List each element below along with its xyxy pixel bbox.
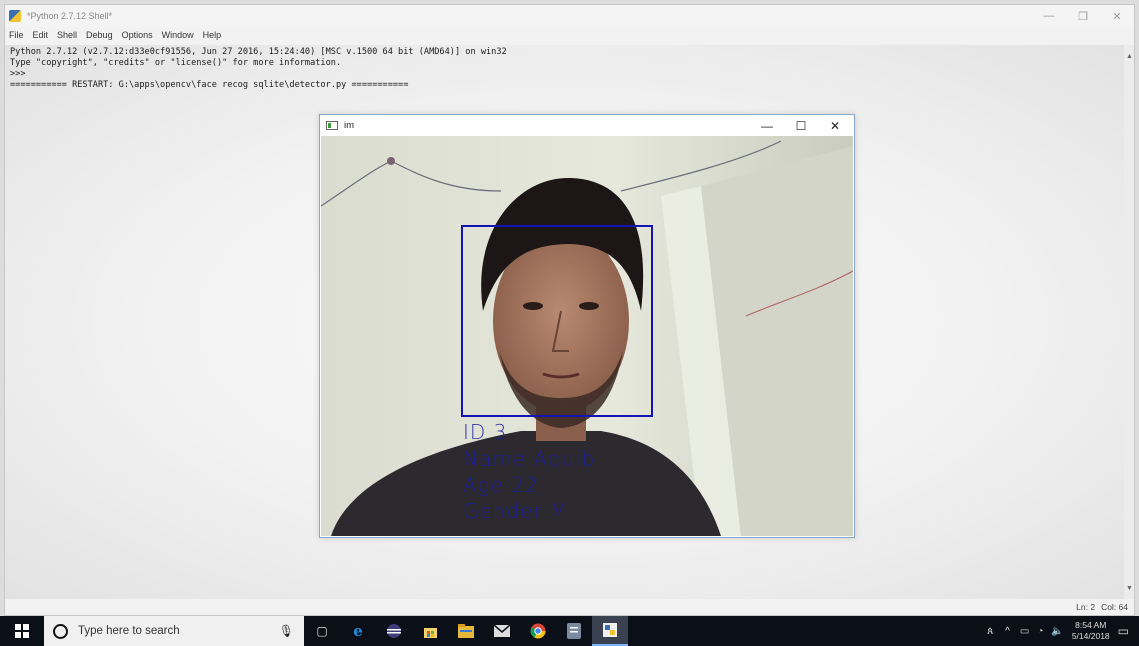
shell-statusbar: Ln: 2 Col: 64: [5, 599, 1134, 615]
overlay-id-label: ID 3: [463, 420, 508, 444]
shell-scrollbar[interactable]: ▲ ▼: [1124, 45, 1134, 599]
show-hidden-icons-chevron-icon[interactable]: ^: [1005, 626, 1010, 637]
file-explorer-icon[interactable]: [448, 616, 484, 646]
shell-prompt-line: >>>: [10, 69, 31, 79]
menu-file[interactable]: File: [9, 30, 24, 40]
wifi-icon[interactable]: ◔: [1037, 626, 1043, 637]
menu-help[interactable]: Help: [203, 30, 222, 40]
task-view-icon[interactable]: ▢: [304, 616, 340, 646]
store-icon[interactable]: [412, 616, 448, 646]
status-line: Ln: 2: [1076, 602, 1096, 612]
overlay-gender-label: Gender M: [463, 499, 569, 523]
clock-time: 8:54 AM: [1075, 620, 1107, 630]
microphone-icon[interactable]: 🎙: [279, 624, 294, 638]
webcam-frame: ID 3 Name Aquib Age 22 Gender M: [321, 136, 853, 536]
cortana-icon: [53, 623, 68, 639]
scroll-down-arrow-icon[interactable]: ▼: [1126, 585, 1133, 592]
scroll-up-arrow-icon[interactable]: ▲: [1126, 53, 1133, 60]
shell-output-line: Type "copyright", "credits" or "license(…: [10, 58, 342, 68]
overlay-name-label: Name Aquib: [463, 447, 596, 471]
clock[interactable]: 8:54 AM 5/14/2018: [1072, 620, 1110, 642]
shell-output-line: Python 2.7.12 (v2.7.12:d33e0cf91556, Jun…: [10, 47, 507, 57]
windows-logo-icon: [15, 624, 29, 638]
people-icon[interactable]: ጰ: [987, 626, 993, 637]
start-button[interactable]: [0, 616, 44, 646]
menu-debug[interactable]: Debug: [86, 30, 113, 40]
opencv-image-window: im — ☐ ✕ ID 3 Name Aquib Age 22 Gender M: [319, 114, 855, 538]
menu-edit[interactable]: Edit: [33, 30, 49, 40]
overlay-age-label: Age 22: [463, 473, 539, 497]
python-app-icon: [9, 10, 21, 22]
eclipse-icon[interactable]: [376, 616, 412, 646]
shell-title: *Python 2.7.12 Shell*: [27, 11, 113, 21]
mail-icon[interactable]: [484, 616, 520, 646]
shell-menubar: File Edit Shell Debug Options Window Hel…: [5, 27, 1134, 43]
menu-window[interactable]: Window: [162, 30, 194, 40]
volume-icon[interactable]: 🔈: [1051, 626, 1063, 637]
window-app-icon: [326, 121, 338, 130]
shell-titlebar[interactable]: *Python 2.7.12 Shell* — ❐ ✕: [5, 5, 1134, 27]
im-minimize-button[interactable]: —: [750, 115, 784, 136]
python-idle-icon[interactable]: [592, 616, 628, 646]
notes-icon[interactable]: [556, 616, 592, 646]
chrome-icon[interactable]: [520, 616, 556, 646]
im-close-button[interactable]: ✕: [818, 115, 852, 136]
menu-shell[interactable]: Shell: [57, 30, 77, 40]
im-window-title: im: [344, 120, 355, 131]
shell-restart-line: =========== RESTART: G:\apps\opencv\face…: [10, 80, 409, 90]
status-column: Col: 64: [1101, 602, 1128, 612]
taskbar-search-box[interactable]: Type here to search 🎙: [44, 616, 304, 646]
face-detection-box: [461, 225, 653, 417]
edge-icon[interactable]: e: [340, 616, 376, 646]
shell-close-button[interactable]: ✕: [1100, 5, 1134, 27]
windows-taskbar: Type here to search 🎙 ▢ e ጰ ^ ▭ ◔ 🔈 8:54…: [0, 616, 1139, 646]
system-tray: ጰ ^ ▭ ◔ 🔈 8:54 AM 5/14/2018 ▭: [987, 616, 1139, 646]
action-center-icon[interactable]: ▭: [1118, 624, 1129, 638]
menu-options[interactable]: Options: [122, 30, 153, 40]
search-placeholder: Type here to search: [78, 625, 180, 637]
im-titlebar[interactable]: im — ☐ ✕: [320, 115, 854, 136]
shell-minimize-button[interactable]: —: [1032, 5, 1066, 27]
clock-date: 5/14/2018: [1071, 631, 1110, 641]
battery-icon[interactable]: ▭: [1020, 626, 1029, 637]
im-maximize-button[interactable]: ☐: [784, 115, 818, 136]
shell-restore-button[interactable]: ❐: [1066, 5, 1100, 27]
